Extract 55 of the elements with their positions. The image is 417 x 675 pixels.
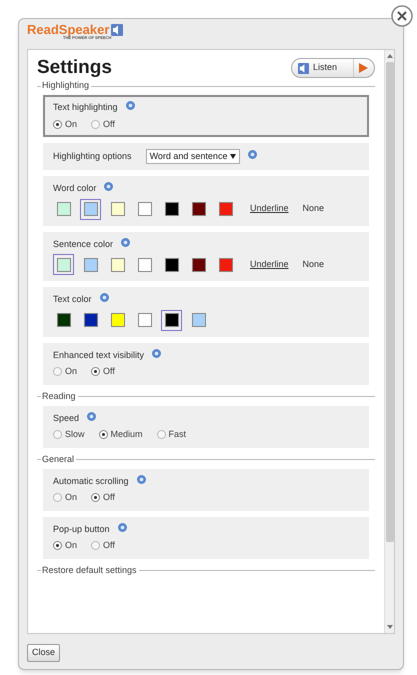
speaker-logo-icon (111, 24, 124, 36)
underline-link[interactable]: Underline (250, 258, 289, 272)
radio-option[interactable]: Off (91, 491, 115, 504)
play-icon (358, 63, 368, 73)
scroll-thumb[interactable] (386, 62, 394, 542)
radio-option[interactable]: On (53, 365, 78, 378)
setting-label: Text color (53, 293, 92, 306)
radio-option[interactable]: Medium (98, 428, 143, 442)
radio-option[interactable]: Off (91, 118, 115, 131)
setting-label: Speed (53, 412, 80, 425)
logo-text: Read (27, 23, 59, 36)
select-field[interactable]: Word and sentence (146, 149, 240, 164)
help-icon[interactable] (121, 238, 130, 247)
underline-link[interactable]: Underline (250, 202, 289, 216)
color-swatch[interactable] (53, 254, 74, 275)
none-option[interactable]: None (302, 202, 324, 216)
radio-option[interactable]: Off (91, 539, 115, 552)
settings-title: Settings (37, 56, 112, 80)
help-icon[interactable] (100, 293, 109, 302)
caret-icon (230, 154, 236, 159)
setting-label: Enhanced text visibility (53, 348, 144, 362)
logo-text: Speaker (58, 23, 110, 36)
help-icon[interactable] (126, 101, 135, 110)
help-icon[interactable] (152, 348, 162, 358)
radio-option[interactable]: Slow (53, 428, 85, 442)
radio-option[interactable]: Fast (156, 428, 186, 442)
section-heading: General (42, 452, 74, 466)
setting-label: Word color (53, 182, 96, 195)
help-icon[interactable] (87, 412, 96, 421)
setting-label: Pop-up button (53, 522, 110, 536)
speaker-icon (298, 62, 309, 74)
radio-option[interactable]: Off (91, 365, 115, 378)
close-icon[interactable] (391, 5, 413, 27)
scrollbar[interactable] (384, 50, 394, 633)
radio-option[interactable]: On (53, 118, 78, 131)
listen-button[interactable]: Listen (290, 58, 375, 78)
help-icon[interactable] (248, 150, 258, 159)
color-swatch[interactable] (80, 198, 101, 220)
radio-option[interactable]: On (53, 491, 78, 504)
setting-label: Highlighting options (53, 150, 132, 163)
scroll-down-icon[interactable] (386, 624, 392, 630)
section-heading: Highlighting (42, 79, 90, 92)
none-option[interactable]: None (302, 258, 324, 272)
radio-option[interactable]: On (53, 539, 78, 552)
color-swatch[interactable] (161, 310, 182, 330)
help-icon[interactable] (118, 522, 127, 532)
section-heading: Restore default settings (42, 564, 137, 577)
close-button[interactable]: Close (27, 644, 60, 662)
setting-label: Sentence color (53, 238, 114, 250)
help-icon[interactable] (104, 182, 114, 192)
setting-label: Automatic scrolling (53, 474, 129, 488)
scroll-up-icon[interactable] (386, 53, 392, 59)
setting-label: Text highlighting (53, 101, 118, 114)
help-icon[interactable] (136, 474, 146, 484)
section-heading: Reading (42, 390, 76, 403)
